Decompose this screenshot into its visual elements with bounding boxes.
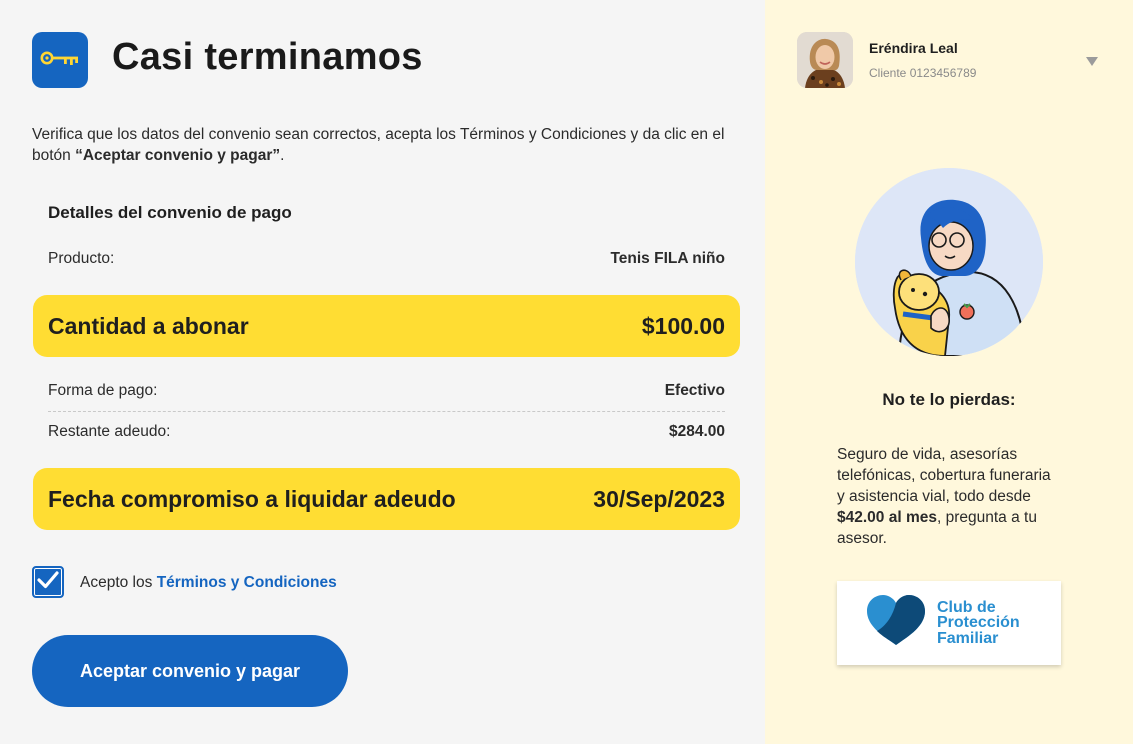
key-badge xyxy=(32,32,88,88)
terms-label: Acepto los Términos y Condiciones xyxy=(80,574,337,592)
terms-checkbox[interactable] xyxy=(32,566,64,598)
chevron-down-icon[interactable] xyxy=(1085,54,1099,66)
club-logo-text: Club de Protección Familiar xyxy=(937,600,1020,647)
main-panel: Casi terminamos Verifica que los datos d… xyxy=(0,0,765,744)
remaining-debt-row: Restante adeudo: $284.00 xyxy=(48,423,725,441)
due-date-highlight: Fecha compromiso a liquidar adeudo 30/Se… xyxy=(33,468,740,530)
avatar xyxy=(797,32,853,88)
product-value: Tenis FILA niño xyxy=(610,250,725,267)
terms-prefix: Acepto los xyxy=(80,574,157,591)
user-name: Eréndira Leal xyxy=(869,40,958,56)
row-divider xyxy=(48,411,725,412)
remaining-debt-value: $284.00 xyxy=(668,423,725,440)
remaining-debt-label: Restante adeudo: xyxy=(48,423,171,440)
club-line-1: Club de xyxy=(937,598,996,616)
heart-icon xyxy=(837,593,929,654)
club-line-3: Familiar xyxy=(937,629,999,647)
promo-title: No te lo pierdas: xyxy=(882,390,1016,409)
club-proteccion-card[interactable]: Club de Protección Familiar xyxy=(837,581,1061,665)
intro-emphasis: “Aceptar convenio y pagar” xyxy=(75,147,281,164)
section-title: Detalles del convenio de pago xyxy=(48,203,292,222)
promo-text: Seguro de vida, asesorías telefónicas, c… xyxy=(837,444,1052,549)
promo-illustration xyxy=(855,168,1043,356)
payment-form-value: Efectivo xyxy=(664,382,725,399)
page-title: Casi terminamos xyxy=(112,36,423,78)
club-line-2: Protección xyxy=(937,614,1020,632)
promo-price: $42.00 al mes xyxy=(837,509,937,526)
key-icon xyxy=(40,49,80,72)
payment-form-row: Forma de pago: Efectivo xyxy=(48,382,725,400)
amount-highlight: Cantidad a abonar $100.00 xyxy=(33,295,740,357)
checkmark-icon xyxy=(37,570,59,595)
accept-and-pay-button[interactable]: Aceptar convenio y pagar xyxy=(32,635,348,707)
due-date-value: 30/Sep/2023 xyxy=(593,485,725,512)
intro-text: Verifica que los datos del convenio sean… xyxy=(32,124,752,166)
intro-text-end: . xyxy=(280,147,285,164)
amount-label: Cantidad a abonar xyxy=(48,312,249,339)
payment-form-label: Forma de pago: xyxy=(48,382,158,399)
product-label: Producto: xyxy=(48,250,115,267)
terms-link[interactable]: Términos y Condiciones xyxy=(157,574,337,591)
promo-text-start: Seguro de vida, asesorías telefónicas, c… xyxy=(837,446,1051,505)
user-client-id: Cliente 0123456789 xyxy=(869,66,977,80)
due-date-label: Fecha compromiso a liquidar adeudo xyxy=(48,485,456,512)
amount-value: $100.00 xyxy=(641,312,725,339)
product-row: Producto: Tenis FILA niño xyxy=(48,250,725,268)
